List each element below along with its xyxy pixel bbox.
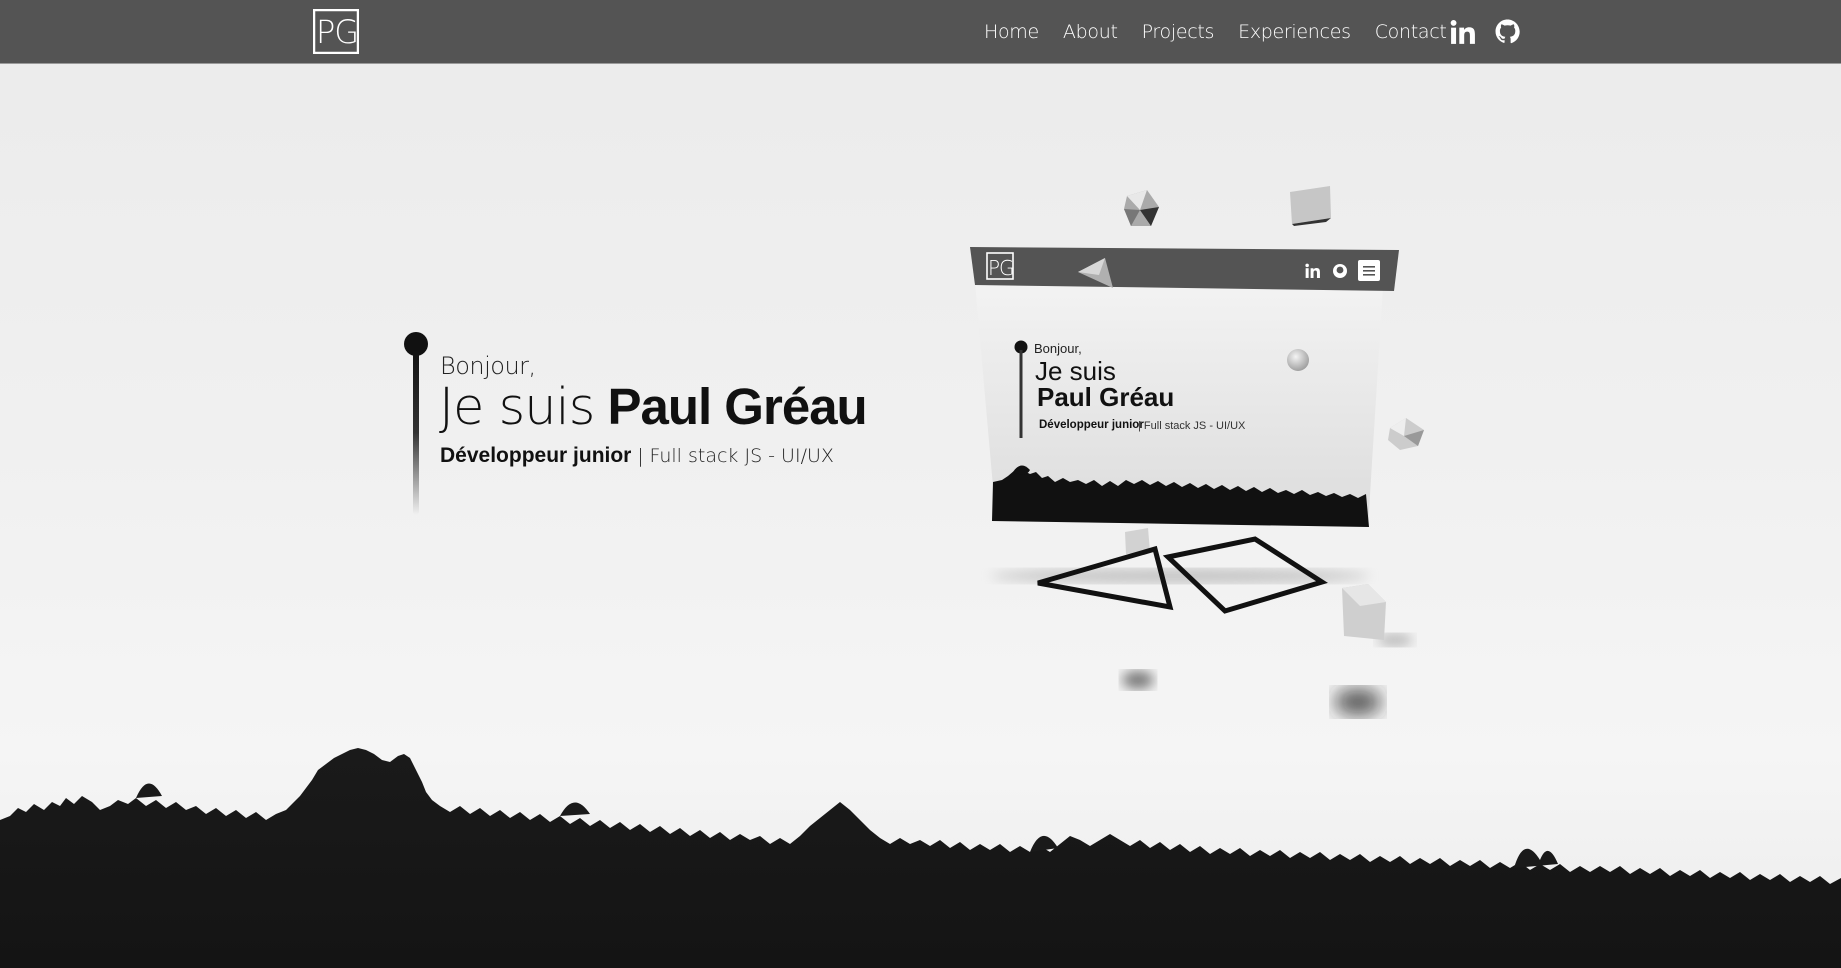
preview-greeting: Bonjour,: [1034, 341, 1082, 356]
blob-shadow: [1122, 671, 1154, 689]
forest-silhouette: [0, 748, 1841, 968]
preview-role: Développeur junior: [1039, 419, 1144, 431]
floating-polyhedron: [1388, 418, 1424, 450]
preview-pin-line: [1019, 350, 1023, 438]
floating-sphere: [1287, 349, 1309, 371]
preview-headline-name: Paul Gréau: [1037, 382, 1174, 412]
preview-logo-text: PG: [988, 256, 1014, 280]
preview-stack: | Full stack JS - UI/UX: [1138, 420, 1246, 432]
blob-shadow: [1334, 688, 1382, 716]
floating-cube: [1342, 584, 1386, 640]
preview-screen: PG Bonjour, Je suis Paul Gréau Développe…: [970, 247, 1399, 527]
floating-polyhedron: [1124, 190, 1159, 226]
floating-cube: [1290, 186, 1331, 226]
